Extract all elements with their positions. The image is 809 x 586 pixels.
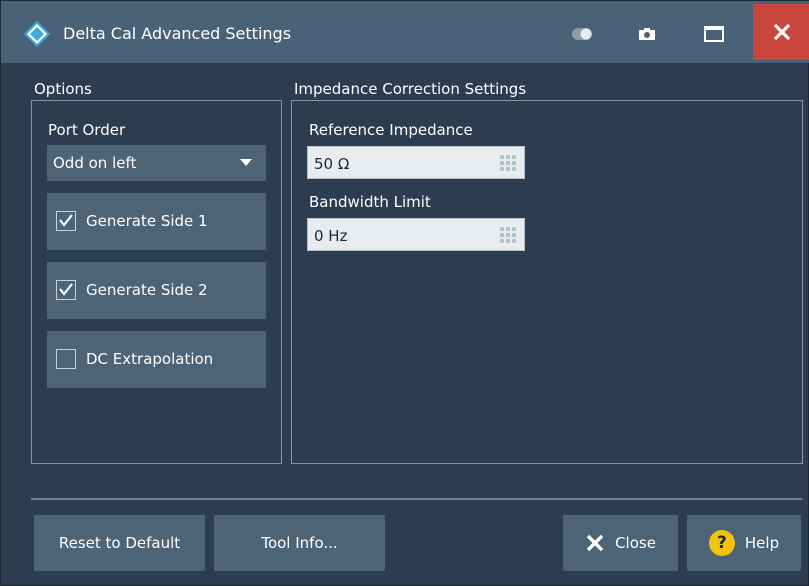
reference-impedance-value: 50 Ω	[314, 155, 350, 173]
generate-side-2-checkbox[interactable]: Generate Side 2	[47, 262, 266, 319]
reference-impedance-field[interactable]: 50 Ω	[307, 146, 525, 179]
checkbox-box[interactable]	[56, 349, 76, 369]
port-order-value: Odd on left	[53, 154, 137, 172]
port-order-dropdown[interactable]: Odd on left	[47, 145, 266, 181]
tool-info-button-label: Tool Info...	[261, 534, 338, 552]
toggle-button[interactable]	[557, 9, 607, 59]
camera-icon	[639, 28, 655, 40]
close-x-icon	[586, 534, 604, 552]
checkbox-label: DC Extrapolation	[86, 350, 214, 368]
reset-to-default-button[interactable]: Reset to Default	[34, 515, 205, 571]
screenshot-button[interactable]	[622, 9, 672, 59]
help-button[interactable]: ? Help	[687, 515, 801, 571]
dialog-window: Delta Cal Advanced Settings Options Port…	[0, 0, 809, 586]
keypad-icon[interactable]	[500, 155, 516, 171]
title-bar[interactable]: Delta Cal Advanced Settings	[1, 1, 809, 63]
port-order-label: Port Order	[48, 121, 126, 139]
toggle-icon	[572, 28, 592, 40]
bandwidth-limit-label: Bandwidth Limit	[309, 193, 431, 211]
chevron-down-icon	[240, 159, 252, 166]
footer-divider	[31, 498, 802, 500]
checkbox-label: Generate Side 2	[86, 281, 208, 299]
reset-button-label: Reset to Default	[58, 534, 181, 552]
reference-impedance-label: Reference Impedance	[309, 121, 473, 139]
keypad-icon[interactable]	[500, 227, 516, 243]
rohde-schwarz-logo-icon	[24, 21, 50, 47]
impedance-group-title: Impedance Correction Settings	[294, 80, 527, 98]
dc-extrapolation-checkbox[interactable]: DC Extrapolation	[47, 331, 266, 388]
checkmark-icon	[59, 283, 73, 296]
checkbox-box[interactable]	[56, 280, 76, 300]
close-button-label: Close	[615, 534, 656, 552]
close-icon	[773, 23, 790, 41]
bandwidth-limit-field[interactable]: 0 Hz	[307, 218, 525, 251]
checkbox-label: Generate Side 1	[86, 212, 208, 230]
checkmark-icon	[59, 214, 73, 227]
checkbox-box[interactable]	[56, 211, 76, 231]
help-icon: ?	[708, 530, 735, 556]
help-button-label: Help	[744, 534, 780, 552]
generate-side-1-checkbox[interactable]: Generate Side 1	[47, 193, 266, 250]
close-window-button[interactable]	[753, 4, 809, 60]
bandwidth-limit-value: 0 Hz	[314, 227, 348, 245]
maximize-icon	[704, 26, 724, 42]
tool-info-button[interactable]: Tool Info...	[214, 515, 385, 571]
close-button[interactable]: Close	[563, 515, 678, 571]
window-title: Delta Cal Advanced Settings	[63, 24, 292, 43]
options-group-title: Options	[34, 80, 92, 98]
maximize-button[interactable]	[689, 9, 739, 59]
